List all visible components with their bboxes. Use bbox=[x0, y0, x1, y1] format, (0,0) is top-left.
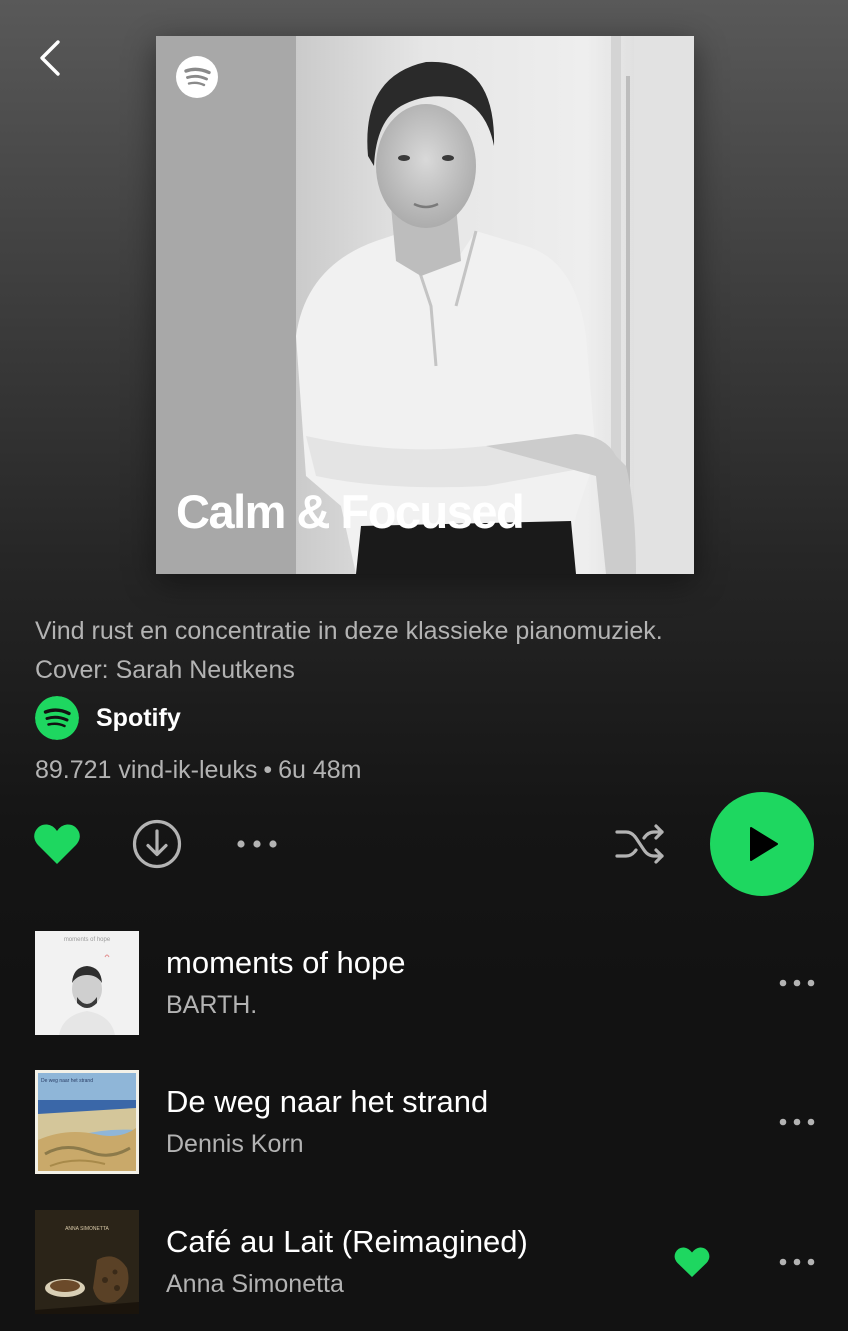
playlist-stats: 89.721 vind-ik-leuks • 6u 48m bbox=[35, 756, 362, 785]
description-line: Vind rust en concentratie in deze klassi… bbox=[35, 617, 663, 645]
track-cover: moments of hope bbox=[35, 931, 139, 1035]
stats-separator: • bbox=[263, 756, 273, 784]
track-row[interactable]: De weg naar het strand De weg naar het s… bbox=[0, 1070, 848, 1174]
heart-filled-icon bbox=[674, 1247, 710, 1277]
more-horizontal-icon bbox=[779, 979, 815, 987]
owner-name: Spotify bbox=[96, 703, 181, 732]
playlist-cover: Calm & Focused bbox=[156, 36, 694, 574]
track-cover-text: moments of hope bbox=[64, 937, 111, 943]
track-cover: ANNA SIMONETTA bbox=[35, 1210, 139, 1314]
playlist-owner[interactable]: Spotify bbox=[35, 696, 181, 740]
chevron-left-icon bbox=[40, 40, 60, 76]
track-artist: Anna Simonetta bbox=[166, 1270, 344, 1298]
playlist-description: Vind rust en concentratie in deze klassi… bbox=[35, 612, 825, 690]
shuffle-button[interactable] bbox=[612, 818, 668, 870]
track-title: De weg naar het strand bbox=[166, 1084, 489, 1119]
spotify-logo-icon bbox=[176, 56, 218, 98]
play-button[interactable] bbox=[710, 792, 814, 896]
like-button[interactable] bbox=[31, 818, 83, 870]
spotify-avatar-icon bbox=[35, 696, 79, 740]
track-cover-text: De weg naar het strand bbox=[41, 1078, 93, 1084]
album-art-cafe-au-lait: ANNA SIMONETTA bbox=[35, 1210, 139, 1314]
track-cover: De weg naar het strand bbox=[35, 1070, 139, 1174]
track-row[interactable]: ANNA SIMONETTA Café au Lait (Reimagined)… bbox=[0, 1210, 848, 1314]
album-art-de-weg-naar-het-strand: De weg naar het strand bbox=[35, 1070, 139, 1174]
more-horizontal-icon bbox=[779, 1258, 815, 1266]
album-art-moments-of-hope: moments of hope bbox=[35, 931, 139, 1035]
cover-title: Calm & Focused bbox=[176, 485, 525, 538]
playlist-duration: 6u 48m bbox=[278, 756, 362, 784]
shuffle-icon bbox=[615, 824, 664, 864]
track-cover-text: ANNA SIMONETTA bbox=[65, 1226, 109, 1232]
back-button[interactable] bbox=[30, 36, 70, 80]
track-artist: BARTH. bbox=[166, 991, 258, 1019]
more-horizontal-icon bbox=[237, 840, 277, 848]
more-options-button[interactable] bbox=[231, 826, 283, 862]
play-icon bbox=[750, 827, 778, 861]
more-horizontal-icon bbox=[779, 1118, 815, 1126]
track-title: moments of hope bbox=[166, 945, 406, 980]
track-more-button[interactable] bbox=[772, 1248, 822, 1276]
track-artist: Dennis Korn bbox=[166, 1130, 304, 1158]
track-more-button[interactable] bbox=[772, 969, 822, 997]
cover-credit: Cover: Sarah Neutkens bbox=[35, 656, 295, 684]
likes-count: 89.721 vind-ik-leuks bbox=[35, 756, 258, 784]
track-row[interactable]: moments of hope moments of hope BARTH. bbox=[0, 931, 848, 1035]
download-button[interactable] bbox=[131, 818, 183, 870]
track-more-button[interactable] bbox=[772, 1108, 822, 1136]
track-title: Café au Lait (Reimagined) bbox=[166, 1224, 528, 1259]
download-icon bbox=[132, 819, 182, 869]
track-like-button[interactable] bbox=[672, 1244, 712, 1280]
heart-filled-icon bbox=[34, 824, 80, 864]
